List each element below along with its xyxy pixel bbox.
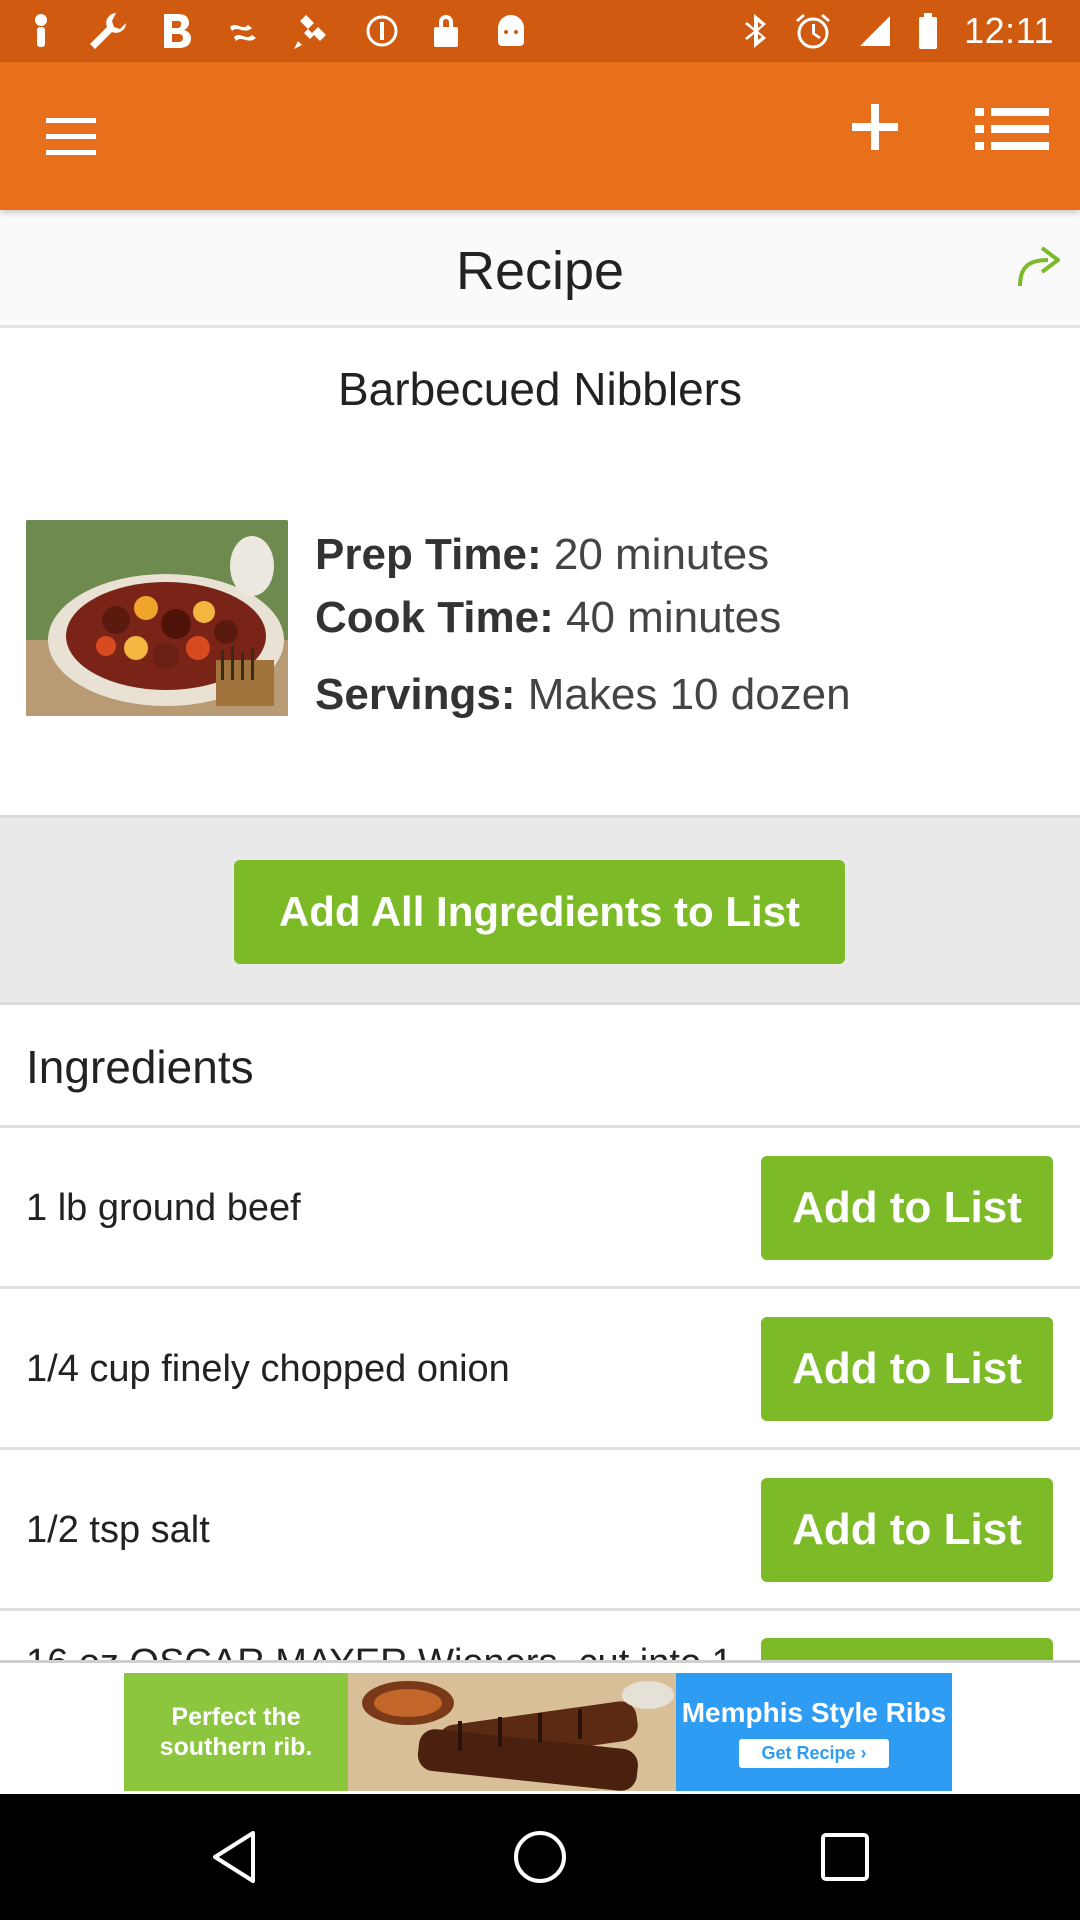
ad-right-panel: Memphis Style Ribs Get Recipe › [676, 1673, 952, 1791]
ingredient-row-partial: 16 oz OSCAR MAYER Wieners, cut into 1 [0, 1612, 1080, 1660]
servings-label: Servings: [315, 670, 516, 719]
list-icon[interactable] [975, 108, 1049, 150]
servings-line: Servings: Makes 10 dozen [315, 670, 851, 720]
ingredient-text: 16 oz OSCAR MAYER Wieners, cut into 1 [26, 1642, 733, 1660]
ad-banner[interactable]: Perfect the southern rib. Memphis Style … [0, 1660, 1080, 1794]
prep-time-label: Prep Time: [315, 530, 542, 579]
bold-b-icon [164, 14, 191, 48]
cook-time-line: Cook Time: 40 minutes [315, 593, 781, 643]
ingredient-row: 1/2 tsp salt Add to List [0, 1450, 1080, 1610]
battery-icon [919, 13, 938, 49]
navigation-bar [0, 1794, 1080, 1920]
recents-square-icon[interactable] [815, 1827, 875, 1887]
cook-time-label: Cook Time: [315, 593, 554, 642]
ad-left-text: Perfect the southern rib. [124, 1673, 348, 1791]
ingredient-row: 1 lb ground beef Add to List [0, 1128, 1080, 1288]
do-not-disturb-icon [366, 15, 398, 47]
prep-time-line: Prep Time: 20 minutes [315, 530, 769, 580]
ingredients-heading: Ingredients [26, 1041, 254, 1093]
ingredient-text: 1/4 cup finely chopped onion [26, 1347, 510, 1390]
lock-icon [434, 15, 458, 47]
status-clock: 12:11 [964, 10, 1054, 51]
app-bar [0, 62, 1080, 210]
ad-cta-label: Get Recipe [761, 1742, 856, 1763]
bluetooth-icon [745, 14, 767, 48]
recipe-photo-illustration [26, 520, 288, 716]
android-icon [498, 15, 524, 46]
add-to-list-button[interactable]: Add to List [761, 1478, 1053, 1582]
ad-get-recipe-button[interactable]: Get Recipe › [739, 1738, 889, 1768]
add-to-list-button[interactable] [761, 1638, 1053, 1660]
add-all-section: Add All Ingredients to List [0, 815, 1080, 1005]
cook-time-value: 40 minutes [566, 593, 782, 642]
plus-icon[interactable] [850, 102, 900, 152]
recipe-photo [26, 520, 288, 716]
status-bar: 12:11 [0, 0, 1080, 62]
status-icons-left [28, 10, 528, 52]
divider [0, 1608, 1080, 1611]
wrench-icon [90, 13, 126, 49]
ad-ribs-photo [348, 1673, 676, 1791]
home-circle-icon[interactable] [510, 1827, 570, 1887]
ingredient-text: 1 lb ground beef [26, 1186, 301, 1229]
back-triangle-icon[interactable] [205, 1827, 265, 1887]
hamburger-menu-icon[interactable] [44, 114, 100, 160]
satellite-icon [294, 15, 326, 49]
add-all-ingredients-button[interactable]: Add All Ingredients to List [234, 860, 845, 964]
add-to-list-button[interactable]: Add to List [761, 1317, 1053, 1421]
ribs-illustration [348, 1673, 676, 1791]
prep-time-value: 20 minutes [553, 530, 770, 579]
ad-title: Memphis Style Ribs [681, 1696, 947, 1728]
ad-content[interactable]: Perfect the southern rib. Memphis Style … [124, 1673, 952, 1791]
notification-icon [35, 14, 47, 47]
title-bar: Recipe [0, 210, 1080, 328]
servings-value: Makes 10 dozen [527, 670, 851, 719]
swipe-icon [230, 25, 256, 41]
page-title: Recipe [455, 241, 625, 301]
ingredient-text: 1/2 tsp salt [26, 1508, 210, 1551]
share-arrow-icon[interactable] [1016, 244, 1064, 288]
signal-icon [860, 16, 891, 46]
status-icons-right: 12:11 [744, 10, 1054, 52]
add-to-list-button[interactable]: Add to List [761, 1156, 1053, 1260]
recipe-name: Barbecued Nibblers [337, 363, 742, 415]
ingredient-row: 1/4 cup finely chopped onion Add to List [0, 1289, 1080, 1449]
alarm-icon [796, 14, 831, 49]
